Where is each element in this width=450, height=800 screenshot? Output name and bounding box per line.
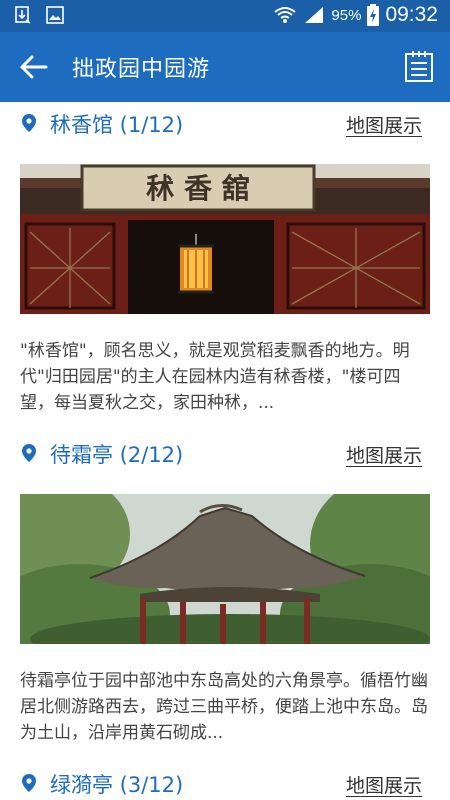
clock: 09:32	[385, 3, 438, 26]
location-pin-icon	[22, 114, 36, 132]
entry-header: 秫香馆 (1/12) 地图展示	[0, 102, 450, 142]
entry-description: 待霜亭位于园中部池中东岛高处的六角景亭。循梧竹幽居北侧游路西去，跨过三曲平桥，便…	[20, 671, 428, 743]
entry-header: 绿漪亭 (3/12) 地图展示	[0, 762, 450, 800]
status-bar: 95% 09:32	[0, 0, 450, 32]
entry-header: 待霜亭 (2/12) 地图展示	[0, 432, 450, 472]
map-view-link[interactable]: 地图展示	[346, 771, 422, 798]
battery-icon	[367, 4, 380, 26]
entry-title: 绿漪亭 (3/12)	[50, 773, 184, 797]
entry-description: "秫香馆"，顾名思义，就是观赏稻麦飘香的地方。明代"归田园居"的主人在园林内造有…	[20, 341, 410, 413]
spot-list[interactable]: 秫香馆 (1/12) 地图展示 秫 香 舘 "秫香馆"，顾名思义，就是观赏稻麦飘…	[0, 102, 450, 800]
wifi-icon	[274, 7, 297, 23]
app-bar: 拙政园中园游	[0, 32, 450, 102]
entry-title: 待霜亭 (2/12)	[50, 443, 184, 467]
location-pin-icon	[22, 774, 36, 792]
signal-icon	[305, 7, 324, 23]
list-button[interactable]	[404, 49, 434, 83]
back-button[interactable]	[18, 52, 50, 82]
battery-percent: 95%	[331, 6, 362, 24]
image-icon	[46, 6, 64, 24]
map-view-link[interactable]: 地图展示	[346, 441, 422, 468]
list-notes-icon	[405, 51, 433, 82]
download-icon	[15, 6, 31, 24]
entry-photo[interactable]: 秫 香 舘	[20, 164, 430, 314]
entry-photo[interactable]	[20, 494, 430, 644]
signboard-text: 秫 香 舘	[146, 172, 250, 205]
location-pin-icon	[22, 444, 36, 462]
arrow-left-icon	[20, 55, 48, 79]
page-title: 拙政园中园游	[72, 57, 211, 82]
map-view-link[interactable]: 地图展示	[346, 111, 422, 138]
entry-title: 秫香馆 (1/12)	[50, 113, 184, 137]
